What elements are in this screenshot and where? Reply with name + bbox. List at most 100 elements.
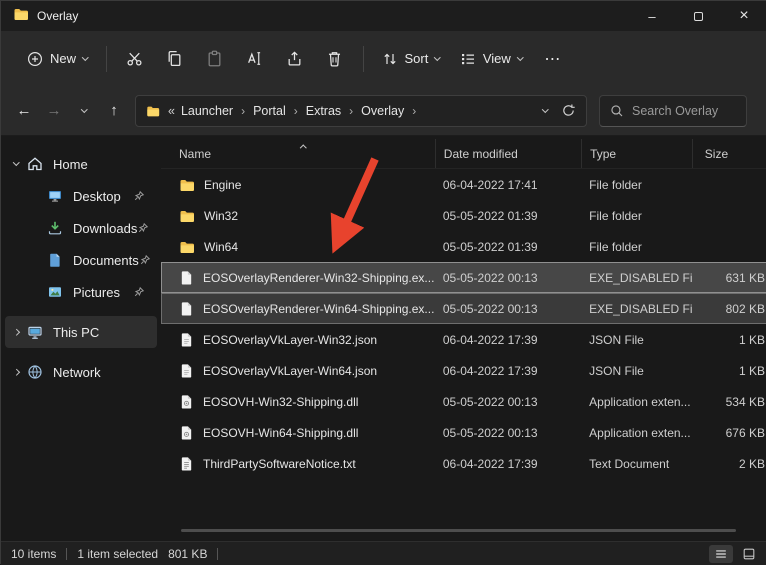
forward-button[interactable]: → [39, 95, 69, 127]
file-type: Application exten... [581, 426, 692, 440]
navigation-pane: Home Desktop Downloads Documents Picture… [1, 136, 161, 541]
details-view-button[interactable] [709, 545, 733, 563]
file-size: 802 KB [692, 302, 766, 316]
maximize-icon [694, 12, 703, 21]
file-name: EOSOverlayRenderer-Win64-Shipping.ex... [203, 302, 434, 316]
breadcrumb-item[interactable]: Overlay [359, 104, 406, 118]
file-row-selected[interactable]: EOSOverlayRenderer-Win32-Shipping.ex... … [161, 262, 766, 293]
sort-label: Sort [405, 51, 429, 66]
file-name: ThirdPartySoftwareNotice.txt [203, 457, 356, 471]
search-input[interactable] [632, 104, 732, 118]
sidebar-item-label: Desktop [73, 189, 121, 204]
folder-icon [179, 239, 195, 255]
share-button[interactable] [275, 41, 315, 77]
back-button[interactable]: ← [9, 95, 39, 127]
rename-button[interactable] [235, 41, 275, 77]
up-button[interactable]: ↑ [99, 95, 129, 127]
dll-file-icon [179, 394, 194, 409]
file-size: 2 KB [692, 457, 766, 471]
file-row[interactable]: EOSOVH-Win64-Shipping.dll 05-05-2022 00:… [161, 417, 766, 448]
new-button[interactable]: New [17, 43, 98, 75]
sidebar-item-label: Pictures [73, 285, 120, 300]
refresh-icon[interactable] [561, 103, 576, 118]
file-row[interactable]: ThirdPartySoftwareNotice.txt 06-04-2022 … [161, 448, 766, 479]
column-header-type[interactable]: Type [581, 139, 692, 168]
selection-size: 801 KB [168, 547, 207, 561]
sidebar-item-pictures[interactable]: Pictures [5, 276, 157, 308]
file-date: 06-04-2022 17:41 [435, 178, 581, 192]
breadcrumb-separator[interactable]: › [406, 104, 422, 118]
more-options-button[interactable]: ⋯ [532, 49, 573, 69]
cut-button[interactable] [115, 41, 155, 77]
file-row[interactable]: EOSOverlayVkLayer-Win32.json 06-04-2022 … [161, 324, 766, 355]
sidebar-item-label: Network [53, 365, 101, 380]
close-button[interactable]: × [721, 1, 766, 31]
file-type: JSON File [581, 364, 692, 378]
view-label: View [483, 51, 511, 66]
file-row[interactable]: Win64 05-05-2022 01:39 File folder [161, 231, 766, 262]
sidebar-item-network[interactable]: Network [5, 356, 157, 388]
column-header-name[interactable]: Name [161, 139, 435, 168]
file-row-selected[interactable]: EOSOverlayRenderer-Win64-Shipping.ex... … [161, 293, 766, 324]
file-row[interactable]: Engine 06-04-2022 17:41 File folder [161, 169, 766, 200]
file-row[interactable]: EOSOVH-Win32-Shipping.dll 05-05-2022 00:… [161, 386, 766, 417]
sidebar-item-desktop[interactable]: Desktop [5, 180, 157, 212]
content-area: Home Desktop Downloads Documents Picture… [1, 136, 766, 541]
column-headers: Name Date modified Type Size [161, 139, 766, 169]
minimize-button[interactable]: – [629, 1, 675, 31]
pictures-icon [47, 284, 63, 300]
chevron-down-icon [434, 54, 440, 60]
breadcrumb-separator[interactable]: › [235, 104, 251, 118]
breadcrumb-separator[interactable]: › [343, 104, 359, 118]
copy-button[interactable] [155, 41, 195, 77]
address-bar[interactable]: « Launcher › Portal › Extras › Overlay › [135, 95, 587, 127]
large-icons-view-icon [742, 547, 756, 561]
sidebar-item-downloads[interactable]: Downloads [5, 212, 157, 244]
view-button[interactable]: View [450, 43, 532, 75]
column-header-date-modified[interactable]: Date modified [435, 139, 581, 168]
large-icons-view-button[interactable] [737, 545, 761, 563]
file-size: 1 KB [692, 364, 766, 378]
file-row[interactable]: EOSOverlayVkLayer-Win64.json 06-04-2022 … [161, 355, 766, 386]
sidebar-item-documents[interactable]: Documents [5, 244, 157, 276]
file-name: EOSOverlayVkLayer-Win32.json [203, 333, 377, 347]
sidebar-item-label: This PC [53, 325, 99, 340]
this-pc-icon [27, 324, 43, 340]
delete-button[interactable] [315, 41, 355, 77]
file-type: EXE_DISABLED File [581, 302, 692, 316]
address-dropdown-chevron-icon[interactable] [542, 106, 548, 112]
sort-ascending-indicator [300, 145, 306, 151]
file-name: EOSOverlayVkLayer-Win64.json [203, 364, 377, 378]
recent-locations-button[interactable] [69, 95, 99, 127]
divider [66, 548, 67, 560]
breadcrumb-item[interactable]: Portal [251, 104, 288, 118]
search-icon [610, 104, 624, 118]
file-name: Win64 [204, 240, 238, 254]
paste-button[interactable] [195, 41, 235, 77]
breadcrumb-item[interactable]: Extras [304, 104, 343, 118]
chevron-down-icon [82, 54, 88, 60]
chevron-right-icon[interactable] [13, 369, 19, 375]
search-box[interactable] [599, 95, 747, 127]
breadcrumb-overflow[interactable]: « [160, 104, 179, 118]
file-type: JSON File [581, 333, 692, 347]
maximize-button[interactable] [675, 1, 721, 31]
breadcrumb-item[interactable]: Launcher [179, 104, 235, 118]
divider [106, 46, 107, 72]
command-bar: New Sort View ⋯ [1, 31, 766, 86]
file-row[interactable]: Win32 05-05-2022 01:39 File folder [161, 200, 766, 231]
pin-icon [139, 254, 151, 266]
selection-info: 1 item selected [77, 547, 158, 561]
file-type: File folder [581, 209, 692, 223]
sidebar-item-this-pc[interactable]: This PC [5, 316, 157, 348]
sidebar-item-home[interactable]: Home [5, 148, 157, 180]
divider [217, 548, 218, 560]
rename-icon [246, 50, 263, 67]
column-header-size[interactable]: Size [692, 139, 766, 168]
sort-button[interactable]: Sort [372, 43, 450, 75]
file-type: File folder [581, 240, 692, 254]
chevron-right-icon[interactable] [13, 329, 19, 335]
chevron-down-icon[interactable] [13, 159, 19, 165]
breadcrumb-separator[interactable]: › [288, 104, 304, 118]
horizontal-scrollbar[interactable] [181, 529, 736, 532]
